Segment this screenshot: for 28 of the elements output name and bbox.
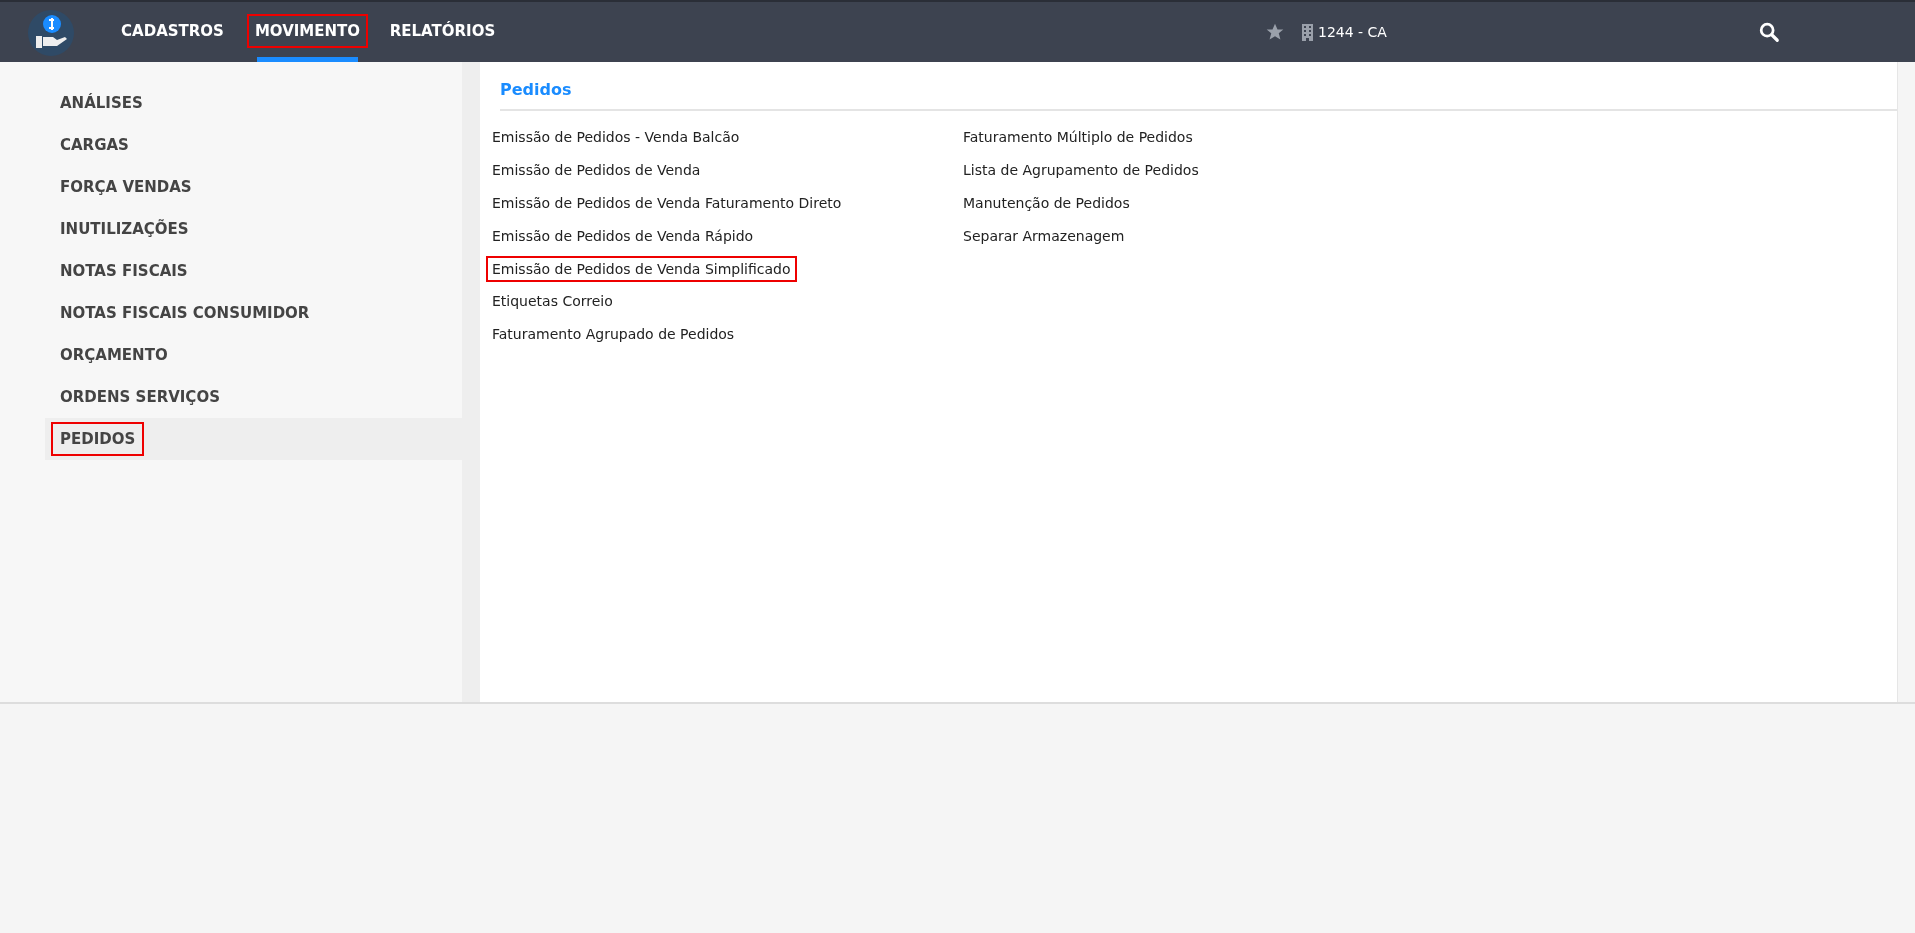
- sidebar-item[interactable]: NOTAS FISCAIS: [51, 254, 197, 288]
- sidebar-item[interactable]: PEDIDOS: [51, 422, 145, 456]
- menu-link[interactable]: Lista de Agrupamento de Pedidos: [957, 157, 1205, 184]
- nav-tab[interactable]: RELATÓRIOS: [381, 14, 504, 48]
- star-icon[interactable]: [1265, 22, 1285, 42]
- menu-link[interactable]: Manutenção de Pedidos: [957, 190, 1136, 216]
- sidebar-item[interactable]: INUTILIZAÇÕES: [51, 212, 198, 246]
- sidebar-item[interactable]: ORDENS SERVIÇOS: [51, 380, 229, 414]
- section-title: Pedidos: [500, 80, 1897, 111]
- menu-link[interactable]: Separar Armazenagem: [957, 222, 1131, 249]
- sidebar-item[interactable]: CARGAS: [51, 128, 138, 162]
- menu-link[interactable]: Etiquetas Correio: [486, 288, 619, 315]
- menu-link[interactable]: Emissão de Pedidos de Venda Rápido: [486, 222, 760, 249]
- search-icon[interactable]: [1758, 21, 1780, 43]
- building-icon: [1301, 23, 1314, 41]
- menu-link[interactable]: Emissão de Pedidos - Venda Balcão: [486, 124, 746, 151]
- menu-link[interactable]: Emissão de Pedidos de Venda Faturamento Direto: [486, 190, 848, 216]
- nav-tab[interactable]: MOVIMENTO: [246, 14, 369, 48]
- menu-link[interactable]: Faturamento Agrupado de Pedidos: [486, 321, 741, 348]
- sidebar-item[interactable]: NOTAS FISCAIS CONSUMIDOR: [51, 296, 319, 330]
- menu-link[interactable]: Emissão de Pedidos de Venda Simplificado: [486, 255, 797, 282]
- sidebar-item[interactable]: ANÁLISES: [51, 86, 152, 120]
- sidebar-item[interactable]: FORÇA VENDAS: [51, 170, 201, 204]
- company-label: 1244 - CA: [1318, 24, 1387, 40]
- sidebar-item[interactable]: ORÇAMENTO: [51, 338, 177, 372]
- menu-link[interactable]: Faturamento Múltiplo de Pedidos: [957, 124, 1199, 151]
- menu-link[interactable]: Emissão de Pedidos de Venda: [486, 157, 707, 184]
- nav-tab[interactable]: CADASTROS: [113, 14, 232, 48]
